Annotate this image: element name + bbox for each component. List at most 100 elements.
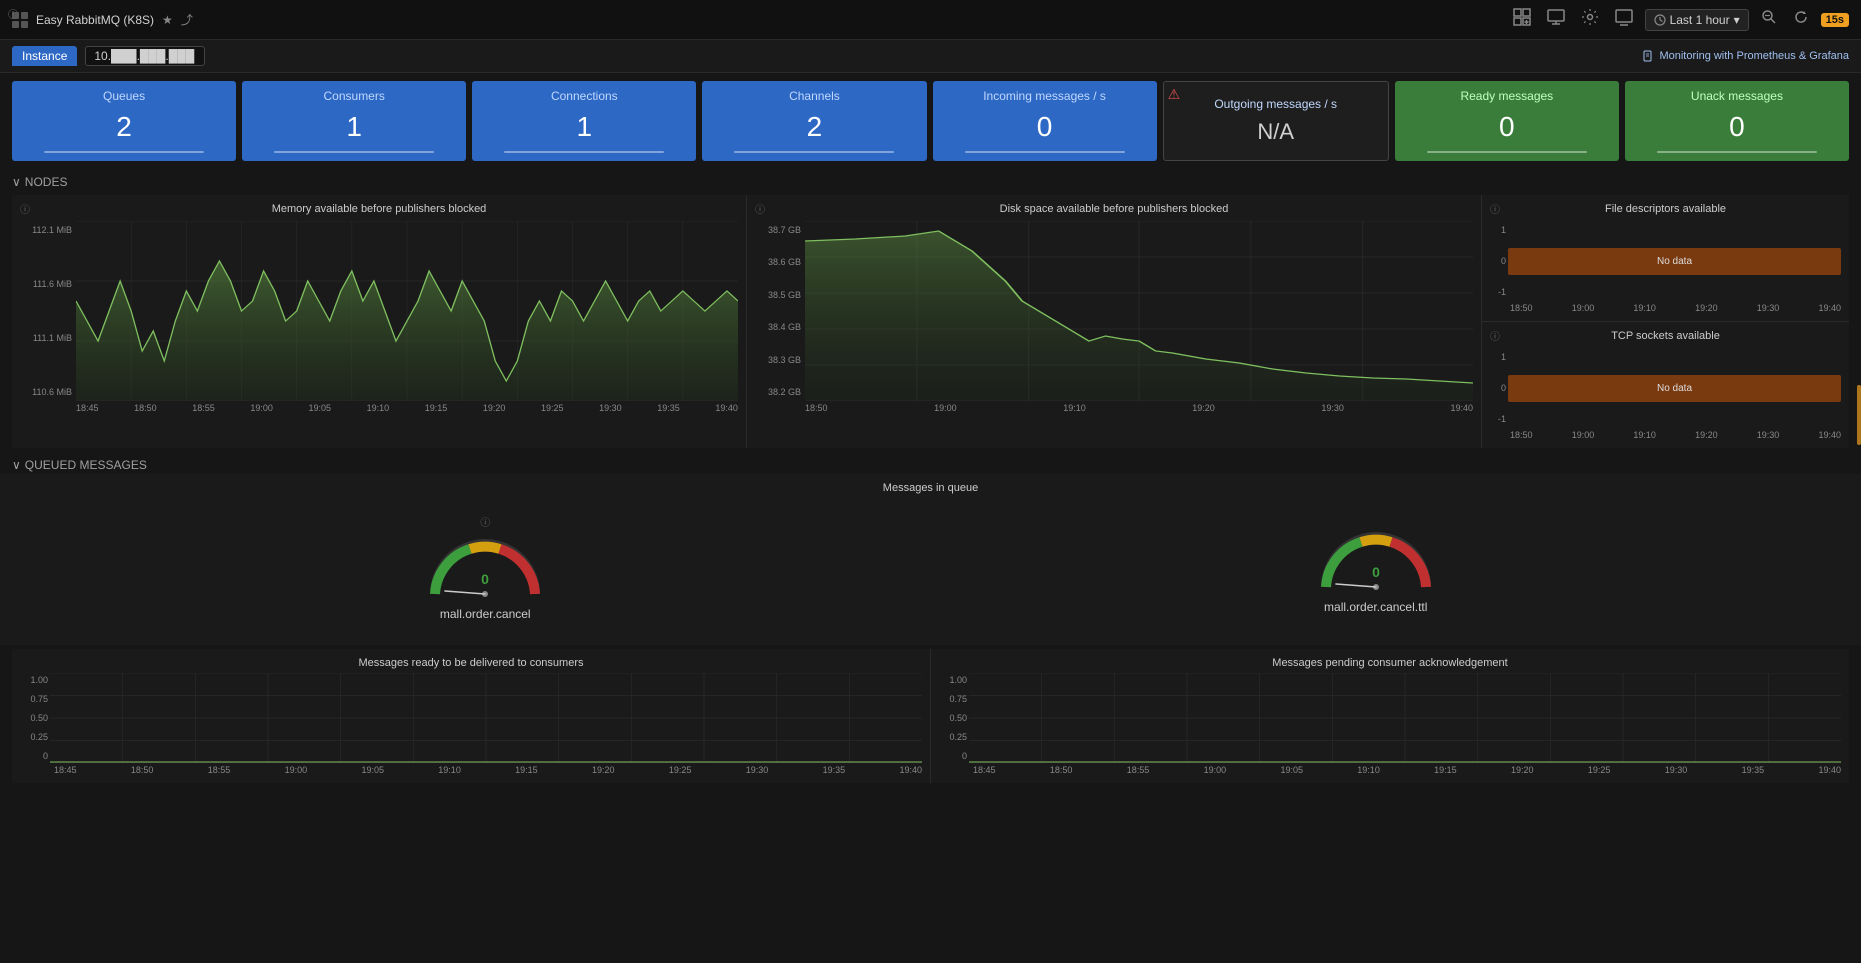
topbar-right: Last 1 hour ▾ 15s	[1509, 4, 1849, 35]
disk-y-4: 38.3 GB	[768, 355, 801, 365]
stat-label-queues: Queues	[103, 89, 145, 103]
refresh-rate-badge[interactable]: 15s	[1821, 13, 1849, 27]
pending-y-2: 0.50	[949, 713, 967, 723]
disk-x-3: 19:20	[1192, 403, 1215, 413]
chevron-down-icon: ▾	[1734, 13, 1740, 27]
queued-section-header[interactable]: ∨ QUEUED MESSAGES	[0, 452, 1861, 474]
pending-chart-svg	[969, 673, 1841, 763]
app-title: Easy RabbitMQ (K8S)	[36, 13, 154, 27]
svg-text:0: 0	[1372, 564, 1380, 580]
tcp-x-5: 19:40	[1818, 430, 1841, 440]
fd-no-data: No data	[1508, 248, 1841, 275]
memory-x-5: 19:10	[367, 403, 390, 413]
instance-value[interactable]: 10.███.███.███	[85, 46, 205, 66]
tcp-y-0: 1	[1501, 352, 1506, 362]
ready-y-3: 0.25	[30, 732, 48, 742]
stat-card-consumers: Consumers 1	[242, 81, 466, 161]
stat-card-ready: Ready messages 0	[1395, 81, 1619, 161]
disk-chart-panel: ⓘ Disk space available before publishers…	[747, 195, 1481, 448]
pending-x-0: 18:45	[973, 765, 996, 775]
file-desc-info-icon[interactable]: ⓘ	[1490, 201, 1500, 216]
disk-x-4: 19:30	[1321, 403, 1344, 413]
gauge-item-2: 0 mall.order.cancel.ttl	[1316, 522, 1436, 614]
zoom-out-icon[interactable]	[1757, 5, 1781, 34]
ready-y-0: 1.00	[30, 675, 48, 685]
memory-y-label-0: 112.1 MiB	[32, 225, 72, 235]
gauge-svg-2: 0	[1316, 522, 1436, 592]
gauge-info-icon-1[interactable]: ⓘ	[480, 514, 490, 529]
memory-x-2: 18:55	[192, 403, 215, 413]
ready-x-7: 19:20	[592, 765, 615, 775]
ready-y-1: 0.75	[30, 694, 48, 704]
file-desc-chart-panel: ⓘ File descriptors available 1 0 -1 No d…	[1482, 195, 1849, 321]
instance-tab[interactable]: Instance	[12, 46, 77, 66]
stat-card-connections: Connections 1	[472, 81, 696, 161]
fd-y-1: 0	[1501, 256, 1506, 266]
star-icon[interactable]: ★	[162, 13, 173, 27]
pending-x-4: 19:05	[1280, 765, 1303, 775]
gauge-item-1: ⓘ 0 mall.order.cancel	[425, 514, 545, 621]
disk-info-icon[interactable]: ⓘ	[755, 201, 765, 216]
file-desc-chart-title: File descriptors available	[1490, 203, 1841, 215]
pending-x-9: 19:30	[1665, 765, 1688, 775]
fd-y-2: -1	[1498, 287, 1506, 297]
fd-x-4: 19:30	[1757, 303, 1780, 313]
disk-x-1: 19:00	[934, 403, 957, 413]
memory-y-label-1: 111.6 MiB	[33, 279, 72, 289]
tcp-chart-title: TCP sockets available	[1490, 330, 1841, 342]
pending-chart-title: Messages pending consumer acknowledgemen…	[939, 657, 1841, 669]
tcp-x-1: 19:00	[1572, 430, 1595, 440]
monitor-icon[interactable]	[1611, 4, 1637, 35]
memory-x-4: 19:05	[309, 403, 332, 413]
share-icon[interactable]: ⤴	[181, 11, 193, 28]
pending-x-6: 19:15	[1434, 765, 1457, 775]
tv-icon[interactable]	[1543, 4, 1569, 35]
ready-chart-panel: ⓘ Messages ready to be delivered to cons…	[12, 649, 930, 783]
bottom-charts: ⓘ Messages ready to be delivered to cons…	[12, 649, 1849, 783]
disk-chart-svg	[805, 221, 1473, 401]
add-panel-icon[interactable]	[1509, 4, 1535, 35]
stat-value-consumers: 1	[346, 111, 362, 143]
chevron-queued-icon: ∨	[12, 458, 21, 472]
disk-x-0: 18:50	[805, 403, 828, 413]
pending-info-icon[interactable]: ⓘ	[8, 6, 18, 21]
stat-card-queues: Queues 2	[12, 81, 236, 161]
disk-y-1: 38.6 GB	[768, 257, 801, 267]
refresh-icon[interactable]	[1789, 5, 1813, 34]
monitoring-link[interactable]: Monitoring with Prometheus & Grafana	[1643, 50, 1849, 62]
ready-x-5: 19:10	[438, 765, 461, 775]
stat-underline-channels	[734, 151, 894, 153]
settings-icon[interactable]	[1577, 4, 1603, 35]
disk-x-2: 19:10	[1063, 403, 1086, 413]
tcp-y-2: -1	[1498, 414, 1506, 424]
scrollbar-thumb[interactable]	[1857, 385, 1861, 445]
queued-panel-title: Messages in queue	[0, 482, 1861, 494]
stat-underline-queues	[44, 151, 204, 153]
doc-icon	[1643, 50, 1655, 62]
nodes-label: NODES	[25, 175, 68, 189]
stat-card-unack: Unack messages 0	[1625, 81, 1849, 161]
memory-x-6: 19:15	[425, 403, 448, 413]
ready-x-1: 18:50	[131, 765, 154, 775]
fd-x-5: 19:40	[1818, 303, 1841, 313]
fd-y-0: 1	[1501, 225, 1506, 235]
queued-label: QUEUED MESSAGES	[25, 458, 147, 472]
tcp-info-icon[interactable]: ⓘ	[1490, 328, 1500, 343]
time-range-selector[interactable]: Last 1 hour ▾	[1645, 9, 1749, 31]
gauge-label-2: mall.order.cancel.ttl	[1324, 600, 1427, 614]
time-range-label: Last 1 hour	[1670, 13, 1730, 27]
fd-x-1: 19:00	[1572, 303, 1595, 313]
memory-x-8: 19:25	[541, 403, 564, 413]
gauge-label-1: mall.order.cancel	[440, 607, 531, 621]
pending-y-0: 1.00	[949, 675, 967, 685]
ready-x-4: 19:05	[361, 765, 384, 775]
gauge-svg-1: 0	[425, 529, 545, 599]
memory-info-icon[interactable]: ⓘ	[20, 201, 30, 216]
gauge-panel: Messages in queue ⓘ 0 mall.order.cancel	[0, 474, 1861, 645]
memory-chart-title: Memory available before publishers block…	[20, 203, 738, 215]
pending-x-2: 18:55	[1127, 765, 1150, 775]
stat-card-outgoing: Outgoing messages / s N/A	[1163, 81, 1389, 161]
memory-chart-panel: ⓘ Memory available before publishers blo…	[12, 195, 746, 448]
nodes-section-header[interactable]: ∨ NODES	[0, 169, 1861, 191]
stat-label-connections: Connections	[551, 89, 618, 103]
